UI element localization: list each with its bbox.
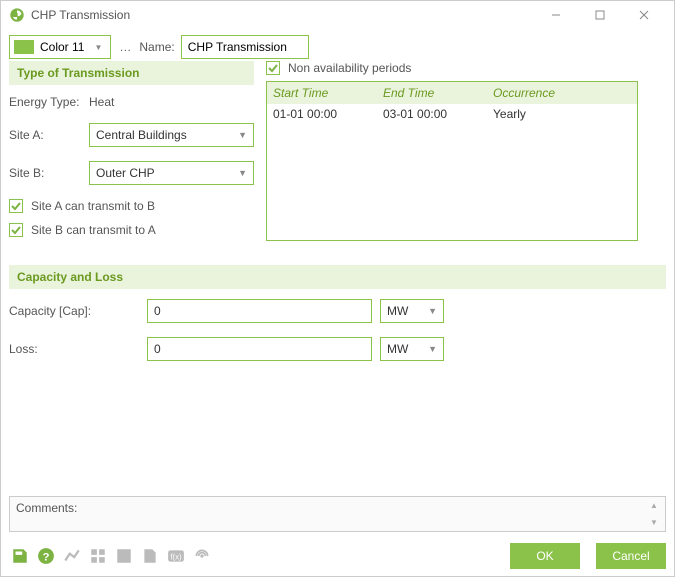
color-picker[interactable]: Color 11 ▼ bbox=[9, 35, 111, 59]
name-input[interactable] bbox=[181, 35, 309, 59]
name-label: Name: bbox=[139, 40, 174, 54]
site-a-value: Central Buildings bbox=[96, 128, 187, 142]
ok-button[interactable]: OK bbox=[510, 543, 580, 569]
color-swatch bbox=[14, 40, 34, 54]
maximize-button[interactable] bbox=[578, 1, 622, 29]
table-row[interactable]: 01-01 00:00 03-01 00:00 Yearly bbox=[267, 104, 637, 124]
chevron-down-icon: ▼ bbox=[90, 43, 106, 52]
function-button[interactable]: f(x) bbox=[165, 545, 187, 567]
capacity-header: Capacity and Loss bbox=[9, 265, 666, 289]
chevron-down-icon: ▼ bbox=[428, 306, 437, 316]
energy-type-label: Energy Type: bbox=[9, 95, 89, 109]
capacity-unit-select[interactable]: MW ▼ bbox=[380, 299, 444, 323]
app-logo-icon bbox=[9, 7, 25, 23]
loss-label: Loss: bbox=[9, 342, 139, 356]
nonavail-checkbox[interactable] bbox=[266, 61, 280, 75]
document-button[interactable] bbox=[139, 545, 161, 567]
import-button[interactable] bbox=[9, 545, 31, 567]
cell-end: 03-01 00:00 bbox=[377, 104, 487, 124]
b-to-a-label: Site B can transmit to A bbox=[31, 223, 156, 237]
grid-button[interactable] bbox=[87, 545, 109, 567]
capacity-unit: MW bbox=[387, 304, 408, 318]
loss-unit-select[interactable]: MW ▼ bbox=[380, 337, 444, 361]
color-label: Color 11 bbox=[40, 40, 84, 54]
comments-field[interactable]: Comments: ▲▼ bbox=[9, 496, 666, 532]
site-b-value: Outer CHP bbox=[96, 166, 155, 180]
help-button[interactable]: ? bbox=[35, 545, 57, 567]
chevron-down-icon: ▼ bbox=[238, 130, 247, 140]
col-end[interactable]: End Time bbox=[377, 82, 487, 104]
signal-button[interactable] bbox=[191, 545, 213, 567]
a-to-b-label: Site A can transmit to B bbox=[31, 199, 155, 213]
chevron-down-icon: ▼ bbox=[238, 168, 247, 178]
title-bar: CHP Transmission bbox=[1, 1, 674, 29]
nonavail-label: Non availability periods bbox=[288, 61, 411, 75]
capacity-label: Capacity [Cap]: bbox=[9, 304, 139, 318]
color-more-button[interactable]: … bbox=[117, 40, 133, 54]
site-a-select[interactable]: Central Buildings ▼ bbox=[89, 123, 254, 147]
close-button[interactable] bbox=[622, 1, 666, 29]
svg-text:f(x): f(x) bbox=[170, 552, 182, 561]
col-start[interactable]: Start Time bbox=[267, 82, 377, 104]
comments-label: Comments: bbox=[16, 501, 649, 527]
b-to-a-checkbox[interactable] bbox=[9, 223, 23, 237]
minimize-button[interactable] bbox=[534, 1, 578, 29]
chevron-down-icon: ▼ bbox=[428, 344, 437, 354]
cell-occ: Yearly bbox=[487, 104, 637, 124]
window-title: CHP Transmission bbox=[31, 8, 534, 22]
scrollbar[interactable]: ▲▼ bbox=[649, 501, 659, 527]
loss-unit: MW bbox=[387, 342, 408, 356]
svg-text:?: ? bbox=[43, 552, 50, 564]
capacity-value: 0 bbox=[154, 304, 161, 318]
loss-value: 0 bbox=[154, 342, 161, 356]
col-occ[interactable]: Occurrence bbox=[487, 82, 637, 104]
cancel-button[interactable]: Cancel bbox=[596, 543, 666, 569]
line-chart-button[interactable] bbox=[61, 545, 83, 567]
site-a-label: Site A: bbox=[9, 128, 89, 142]
cell-start: 01-01 00:00 bbox=[267, 104, 377, 124]
site-b-label: Site B: bbox=[9, 166, 89, 180]
transmission-header: Type of Transmission bbox=[9, 61, 254, 85]
capacity-input[interactable]: 0 bbox=[147, 299, 372, 323]
site-b-select[interactable]: Outer CHP ▼ bbox=[89, 161, 254, 185]
square-button[interactable] bbox=[113, 545, 135, 567]
nonavail-table: Start Time End Time Occurrence 01-01 00:… bbox=[266, 81, 638, 241]
a-to-b-checkbox[interactable] bbox=[9, 199, 23, 213]
energy-type-value: Heat bbox=[89, 95, 114, 109]
loss-input[interactable]: 0 bbox=[147, 337, 372, 361]
